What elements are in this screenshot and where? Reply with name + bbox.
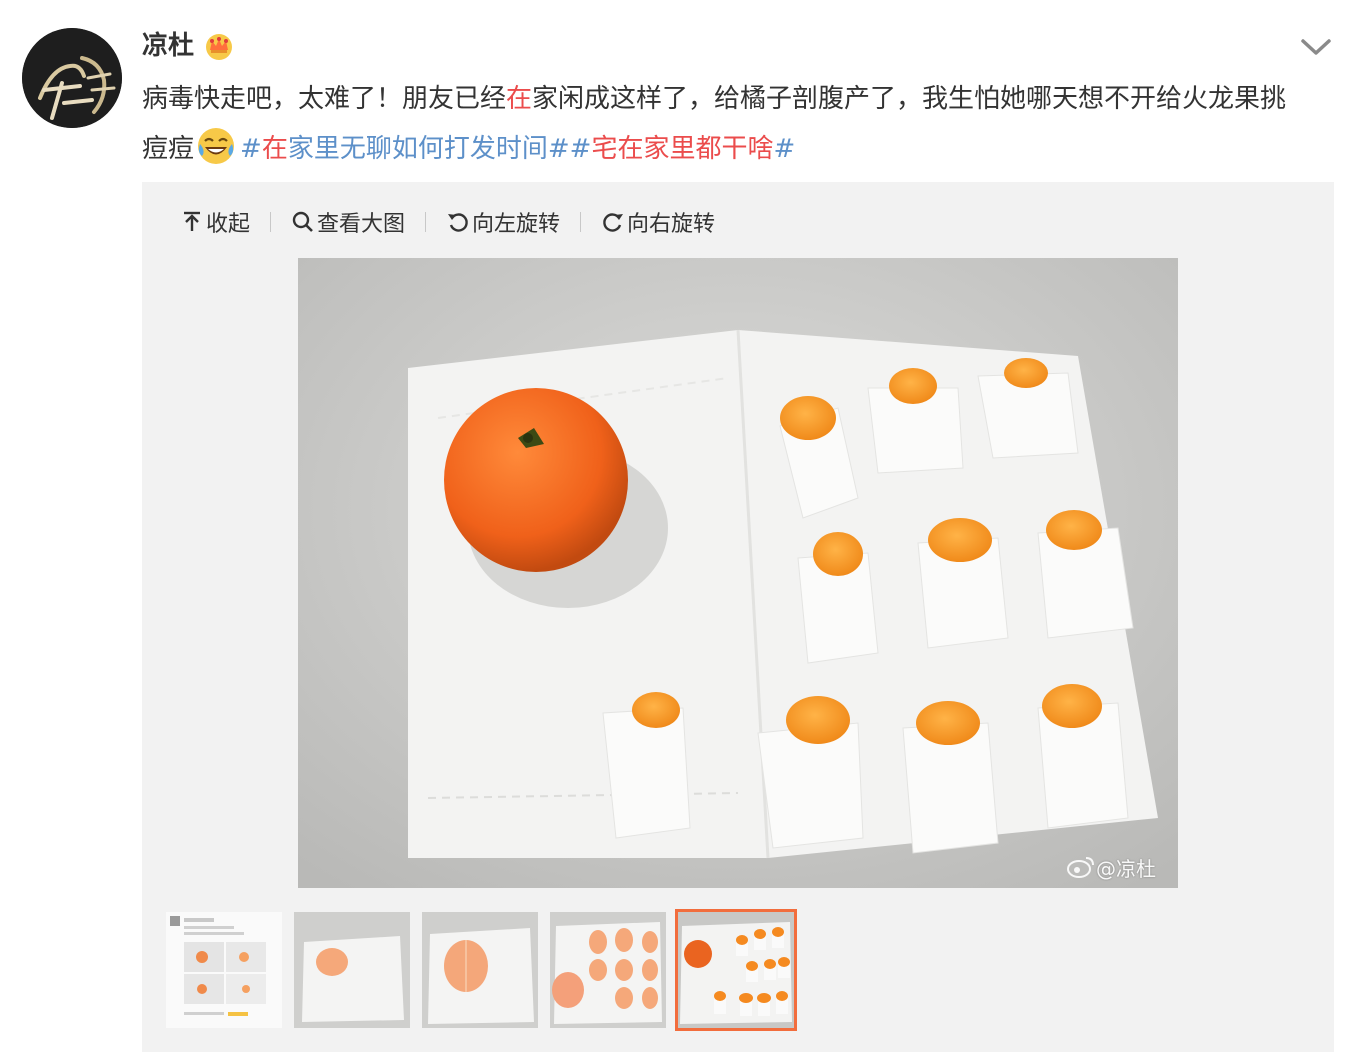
rotate-right-icon <box>603 213 624 232</box>
thumb-2-image <box>294 912 410 1028</box>
thumb-4[interactable] <box>550 912 666 1028</box>
hashtag-link-2[interactable]: #宅在家里都干啥# <box>570 134 796 164</box>
view-large-label: 查看大图 <box>317 212 406 237</box>
thumb-1-image <box>166 912 282 1028</box>
rotate-left-label: 向左旋转 <box>472 212 561 237</box>
avatar[interactable] <box>22 28 122 128</box>
magnifier-icon <box>292 211 313 232</box>
rotate-left-icon <box>448 213 468 232</box>
hashtag1-close: # <box>547 134 570 164</box>
toolbar-divider <box>270 212 272 232</box>
thumb-4-image <box>550 912 666 1028</box>
hashtag1-open: # <box>240 134 262 164</box>
chevron-down-icon <box>1301 39 1331 55</box>
thumb-1[interactable] <box>166 912 282 1028</box>
post-text: 病毒快走吧，太难了！朋友已经在家闲成这样了，给橘子剖腹产了，我生怕她哪天想不开给… <box>142 74 1312 174</box>
weibo-logo-icon <box>1067 857 1094 878</box>
watermark: @凉杜 <box>1066 852 1156 882</box>
rotate-right-label: 向右旋转 <box>627 212 716 237</box>
post-text-part1: 病毒快走吧，太难了！朋友已经 <box>142 84 507 114</box>
view-large-button[interactable]: 查看大图 <box>291 206 405 238</box>
toolbar-divider <box>425 212 427 232</box>
crown-icon <box>206 34 232 60</box>
image-toolbar: 收起 查看大图 向左旋转 向右旋转 <box>180 202 715 242</box>
collapse-label: 收起 <box>206 212 251 237</box>
thumb-2[interactable] <box>294 912 410 1028</box>
watermark-text: @凉杜 <box>1096 856 1156 881</box>
rotate-left-button[interactable]: 向左旋转 <box>446 206 560 238</box>
username[interactable]: 凉杜 <box>142 28 194 64</box>
more-options-button[interactable] <box>1296 30 1336 64</box>
main-photo[interactable] <box>298 258 1178 888</box>
hashtag-link-1[interactable]: #在家里无聊如何打发时间# <box>240 134 570 164</box>
thumb-3[interactable] <box>422 912 538 1028</box>
hashtag2-close: # <box>773 134 796 164</box>
hashtag1-text: 家里无聊如何打发时间 <box>287 134 548 164</box>
rotate-right-button[interactable]: 向右旋转 <box>601 206 715 238</box>
thumb-3-image <box>422 912 538 1028</box>
collapse-up-icon <box>184 211 200 231</box>
tangerine-photo <box>298 258 1178 888</box>
toolbar-divider <box>580 212 582 232</box>
laugh-cry-emoji-icon <box>198 128 235 164</box>
thumb-5-image <box>678 912 794 1028</box>
hashtag1-highlight: 在 <box>261 134 288 164</box>
post-text-highlight: 在 <box>506 84 533 114</box>
thumb-5[interactable] <box>675 909 797 1031</box>
avatar-image <box>22 28 122 128</box>
collapse-button[interactable]: 收起 <box>180 206 250 238</box>
hashtag2-open: # <box>569 134 592 164</box>
hashtag2-text: 宅在家里都干啥 <box>591 134 774 164</box>
